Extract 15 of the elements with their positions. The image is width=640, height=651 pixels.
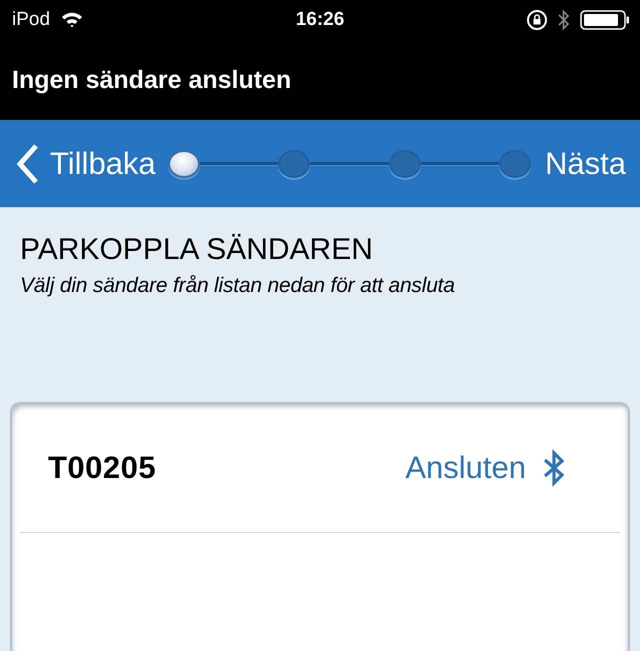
chevron-left-icon [16, 142, 40, 184]
next-button[interactable]: Nästa [545, 146, 626, 182]
bluetooth-icon [542, 449, 566, 487]
instruction-text: Välj din sändare från listan nedan för att ansluta [20, 274, 456, 298]
screen-title: Ingen sändare ansluten [12, 66, 292, 94]
carrier-name: iPod [12, 9, 50, 31]
back-button[interactable]: Tillbaka [16, 142, 156, 184]
battery-icon [580, 10, 630, 30]
wifi-icon [60, 11, 84, 29]
clock-time: 16:26 [296, 9, 344, 31]
section-heading: PARKOPPLA SÄNDAREN [20, 232, 374, 268]
rotation-lock-icon [526, 9, 548, 31]
device-name: T00205 [48, 450, 158, 486]
bluetooth-icon [558, 9, 570, 31]
connection-status: Ansluten [405, 450, 526, 486]
